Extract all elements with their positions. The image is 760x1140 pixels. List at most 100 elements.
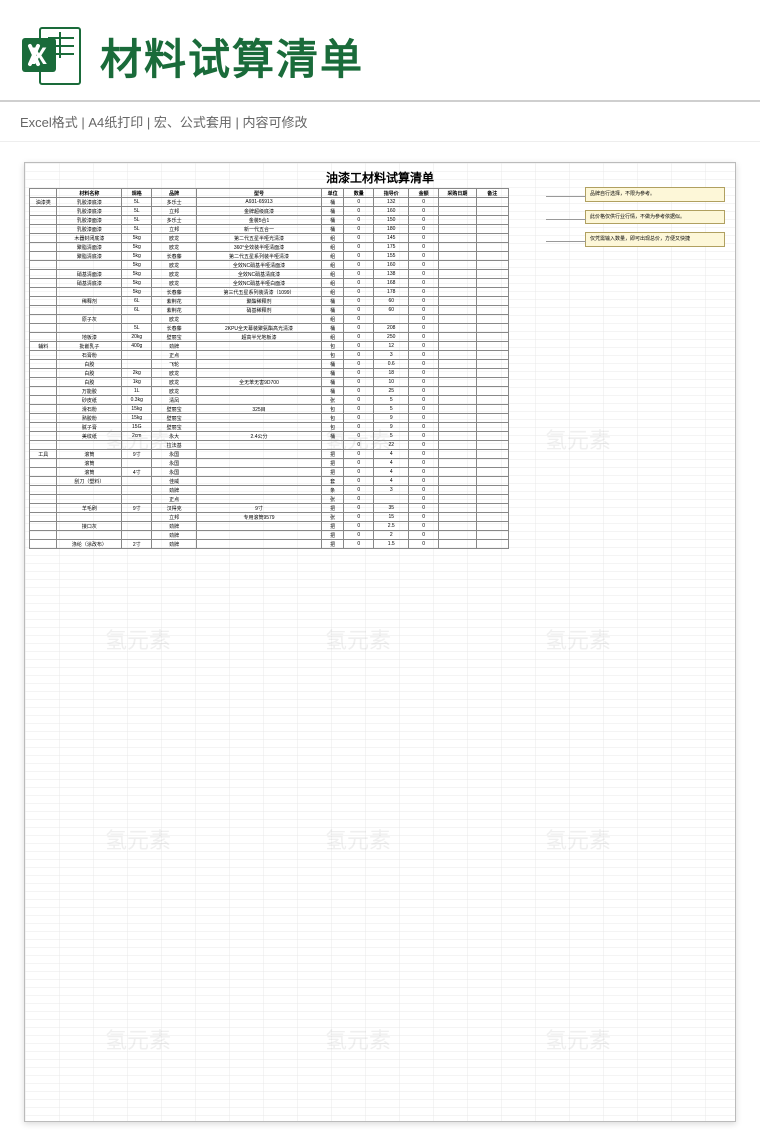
table-row: 硝基清底漆5kg欧龙全效NC硝基半哑白面漆组01680	[30, 279, 509, 288]
table-row: 接口灰劲牌把02.50	[30, 522, 509, 531]
cell: 正点	[152, 495, 197, 504]
cell	[197, 486, 322, 495]
cell: 5L	[122, 225, 152, 234]
cell	[197, 342, 322, 351]
cell	[476, 459, 508, 468]
cell	[57, 513, 122, 522]
cell: 6L	[122, 306, 152, 315]
cell	[439, 360, 476, 369]
cell: 稀释剂	[57, 297, 122, 306]
cell: 132	[374, 198, 409, 207]
cell: 5	[374, 396, 409, 405]
cell	[476, 216, 508, 225]
cell: 9	[374, 414, 409, 423]
cell: 地板漆	[57, 333, 122, 342]
cell: 第二代五星系列装半哑清漆	[197, 252, 322, 261]
cell	[374, 315, 409, 324]
cell: 208	[374, 324, 409, 333]
cell: 0	[344, 531, 374, 540]
cell: 0	[344, 414, 374, 423]
cell	[57, 324, 122, 333]
cell: 组	[321, 279, 343, 288]
cell: 组	[321, 288, 343, 297]
cell	[30, 279, 57, 288]
cell: 0	[344, 396, 374, 405]
cell: 0	[409, 270, 439, 279]
cell	[439, 414, 476, 423]
cell: 4	[374, 477, 409, 486]
cell: 2.4公分	[197, 432, 322, 441]
cell: 9	[374, 423, 409, 432]
cell	[197, 531, 322, 540]
cell: 劲牌	[152, 522, 197, 531]
cell: 万能胶	[57, 387, 122, 396]
cell: 聚脂清底漆	[57, 252, 122, 261]
cell	[30, 378, 57, 387]
cell	[439, 477, 476, 486]
cell: 滚筒	[57, 450, 122, 459]
spreadsheet-preview: 油漆工材料试算清单 材料名称 规格 品牌 型号 单位 数量 指导价 金额 采购日…	[24, 162, 736, 1122]
cell: 白胶	[57, 369, 122, 378]
cell	[476, 432, 508, 441]
table-row: 砂皮纸0.3kg清凤张050	[30, 396, 509, 405]
cell: 15kg	[122, 414, 152, 423]
cell: 把	[321, 468, 343, 477]
cell	[439, 540, 476, 549]
cell	[476, 252, 508, 261]
table-row: 滚筒4寸永国把040	[30, 468, 509, 477]
excel-icon: X	[20, 24, 84, 88]
cell: 滑石粉	[57, 405, 122, 414]
cell	[476, 261, 508, 270]
cell: 金装5合1	[197, 216, 322, 225]
cell: 紫荆花	[152, 297, 197, 306]
table-row: 油漆类乳胶漆底漆5L多乐士A931-65913桶01320	[30, 198, 509, 207]
cell	[197, 315, 322, 324]
cell: 0	[344, 459, 374, 468]
cell: 把	[321, 450, 343, 459]
cell: 0	[409, 360, 439, 369]
cell	[197, 540, 322, 549]
cell	[197, 441, 322, 450]
cell: 0	[409, 216, 439, 225]
cell: 5kg	[122, 252, 152, 261]
cell	[30, 315, 57, 324]
cell: 劲牌	[152, 342, 197, 351]
cell: 18	[374, 369, 409, 378]
cell	[476, 297, 508, 306]
cell: 0	[344, 540, 374, 549]
table-row: 工具滚筒9寸永国把040	[30, 450, 509, 459]
cell: 欧龙	[152, 270, 197, 279]
cell	[476, 243, 508, 252]
cell: 接口灰	[57, 522, 122, 531]
cell: 10	[374, 378, 409, 387]
cell	[439, 351, 476, 360]
cell: 0	[409, 369, 439, 378]
table-row: 劲牌把020	[30, 531, 509, 540]
cell	[122, 459, 152, 468]
cell: 5L	[122, 207, 152, 216]
cell: 15	[374, 513, 409, 522]
cell: 0	[344, 225, 374, 234]
cell: 熟胶粉	[57, 414, 122, 423]
cell: 长春藤	[152, 252, 197, 261]
cell	[439, 531, 476, 540]
cell: 欧龙	[152, 315, 197, 324]
table-row: 白胶飞轮桶00.60	[30, 360, 509, 369]
cell	[439, 369, 476, 378]
cell: 22	[374, 441, 409, 450]
cell	[476, 387, 508, 396]
cell	[197, 387, 322, 396]
cell: 桶	[321, 387, 343, 396]
cell: 欧龙	[152, 234, 197, 243]
cell: 180	[374, 225, 409, 234]
table-row: 辅料批嵌乳子400g劲牌包0120	[30, 342, 509, 351]
cell	[30, 432, 57, 441]
cell: 组	[321, 243, 343, 252]
cell: 拉法基	[152, 441, 197, 450]
cell: 0	[344, 486, 374, 495]
cell: 0	[409, 432, 439, 441]
cell: 0	[344, 261, 374, 270]
cell: 包	[321, 423, 343, 432]
col-qty: 数量	[344, 189, 374, 198]
cell: 乳胶漆底漆	[57, 198, 122, 207]
